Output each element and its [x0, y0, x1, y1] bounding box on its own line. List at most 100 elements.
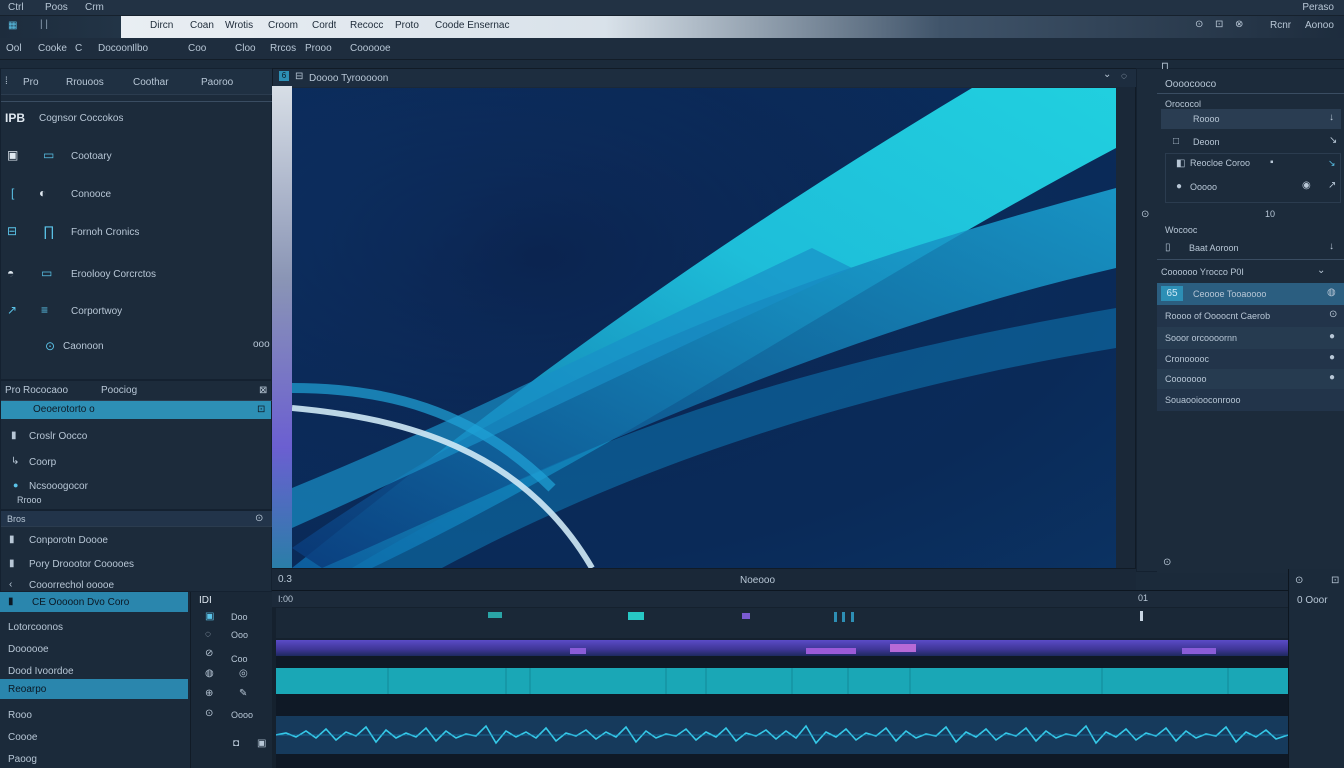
video-track-2[interactable]: [276, 640, 1288, 656]
media-header-1[interactable]: Rococaoo: [23, 385, 68, 396]
row-toggle-icon[interactable]: ●: [1329, 352, 1335, 363]
bin-item-selected[interactable]: ▮ CE Ooooon Dvo Coro: [0, 592, 188, 612]
title-item-2[interactable]: Poos: [45, 2, 68, 13]
bin-item[interactable]: Doooooe: [8, 644, 49, 655]
workspace-item[interactable]: [ ◐ Conooce: [1, 183, 273, 207]
select-tool-icon[interactable]: ▣: [205, 611, 214, 622]
menu-item-3[interactable]: Croom: [268, 20, 298, 31]
settings-icon[interactable]: ⊗: [1235, 19, 1243, 30]
inspector-row[interactable]: Cronooooc ●: [1157, 349, 1344, 369]
zoom-tool-icon[interactable]: ⊕: [205, 688, 213, 699]
audio-track-1[interactable]: [276, 668, 1288, 694]
inspector-row[interactable]: Sooor orcoooornn ●: [1157, 327, 1344, 349]
menu-item-0[interactable]: Dircn: [150, 20, 173, 31]
inspector-row-label[interactable]: Ooooo: [1190, 182, 1217, 192]
app-icon[interactable]: ▦: [8, 20, 17, 31]
lock-icon[interactable]: ⊡: [1215, 19, 1223, 30]
toolbar-item-5[interactable]: Coo: [188, 43, 206, 54]
menu-right-2[interactable]: Aonoo: [1305, 20, 1334, 31]
inspector-row[interactable]: Roooo of Oooocnt Caerob ⊙: [1157, 305, 1344, 327]
toolbar-item-7[interactable]: Rrcos: [270, 43, 296, 54]
effect-item[interactable]: ‹ Cooorrechol ooooe: [1, 577, 273, 593]
toolbar-item-9[interactable]: Coooooe: [350, 43, 391, 54]
menu-item-5[interactable]: Recocc: [350, 20, 383, 31]
toolbar-item-2[interactable]: C: [75, 43, 82, 54]
toolbar-item-0[interactable]: Ool: [6, 43, 22, 54]
project-header-1[interactable]: Rrouoos: [66, 77, 104, 88]
workspace-item[interactable]: ▣ ▭ Cootoary: [1, 145, 273, 169]
toolbar-item-6[interactable]: Cloo: [235, 43, 256, 54]
viewer-tab-number[interactable]: 6: [279, 71, 289, 81]
bin-item[interactable]: Dood Ivoordoe: [8, 666, 74, 677]
project-header-0[interactable]: Pro: [23, 77, 39, 88]
toolbar-item-4[interactable]: Ilbo: [132, 43, 148, 54]
slip-tool-icon[interactable]: ◍: [205, 668, 214, 679]
project-header-3[interactable]: Paoroo: [201, 77, 233, 88]
toolbar-item-8[interactable]: Prooo: [305, 43, 332, 54]
chevron-down-icon[interactable]: ⌄: [1103, 69, 1111, 80]
expand-icon[interactable]: ⊙: [255, 513, 263, 524]
toolbar-item-3[interactable]: Docoon: [98, 43, 132, 54]
eye-icon[interactable]: ◉: [1302, 180, 1311, 191]
mute-track-icon[interactable]: ▣: [257, 738, 266, 749]
inspector-pin-icon[interactable]: ⊓: [1161, 61, 1169, 72]
video-frame[interactable]: [292, 88, 1116, 568]
menu-item-7[interactable]: Coode Ensernac: [435, 20, 510, 31]
side-close-icon[interactable]: ⊡: [1331, 575, 1339, 586]
zoom-label-icon[interactable]: ⊙: [1295, 575, 1303, 586]
effect-item[interactable]: ▮ Conporotn Doooe: [1, 531, 273, 549]
inspector-row[interactable]: Cooooooo ●: [1157, 369, 1344, 389]
bin-item[interactable]: Paoog: [8, 754, 37, 765]
hand-tool-icon[interactable]: ◎: [239, 668, 248, 679]
menu-right-1[interactable]: Rcnr: [1270, 20, 1291, 31]
help-icon[interactable]: ⊙: [1195, 19, 1203, 30]
inspector-footer-icon[interactable]: ⊙: [1163, 557, 1171, 568]
bin-item[interactable]: Rooo: [8, 710, 32, 721]
workspace-item[interactable]: IPB Cognsor Coccokos: [1, 107, 273, 131]
inspector-row[interactable]: Roooo ↓: [1161, 109, 1341, 129]
section-collapse-icon[interactable]: ⌄: [1317, 265, 1325, 276]
project-header-2[interactable]: Coothar: [133, 77, 169, 88]
row-toggle-icon[interactable]: ●: [1329, 372, 1335, 383]
group-arrow-icon[interactable]: ↗: [1328, 180, 1336, 191]
media-item[interactable]: ▮ Croslr Oocco: [1, 427, 273, 445]
ripple-tool-icon[interactable]: ◌: [205, 629, 211, 640]
bin-item[interactable]: Coooe: [8, 732, 37, 743]
row-arrow-icon[interactable]: ↓: [1329, 112, 1334, 123]
menu-item-1[interactable]: Coan: [190, 20, 214, 31]
video-track-1[interactable]: [276, 608, 1288, 638]
row-toggle-icon[interactable]: ●: [1329, 331, 1335, 342]
title-item-3[interactable]: Crm: [85, 2, 104, 13]
row-toggle-icon[interactable]: ⊙: [1329, 309, 1337, 320]
viewer-tab-icon[interactable]: ⊟: [295, 71, 303, 82]
workspace-item[interactable]: ↗ ≡ Corportwoy: [1, 300, 273, 324]
inspector-row[interactable]: Souaooiooconrooo: [1157, 389, 1344, 411]
workspace-item[interactable]: ◓ ▭ Eroolooy Corcrctos: [1, 263, 273, 287]
pen-tool-icon[interactable]: ✎: [239, 688, 247, 699]
media-header-0[interactable]: Pro: [5, 385, 21, 396]
bin-item-highlight[interactable]: Reoarpo: [0, 679, 188, 699]
media-item[interactable]: ↳ Coorp: [1, 453, 273, 471]
track-tool-icon[interactable]: ⊙: [205, 708, 213, 719]
effect-item[interactable]: ▮ Pory Droootor Cooooes: [1, 555, 273, 573]
media-header-2[interactable]: Poociog: [101, 385, 137, 396]
menu-item-2[interactable]: Wrotis: [225, 20, 253, 31]
workspace-item[interactable]: ⊟ ∏ Fornoh Cronics: [1, 221, 273, 245]
menu-item-6[interactable]: Proto: [395, 20, 419, 31]
toolbar-item-1[interactable]: Cooke: [38, 43, 67, 54]
row-arrow-icon[interactable]: ↘: [1329, 135, 1337, 146]
inspector-expand-icon[interactable]: ⊙: [1141, 209, 1149, 220]
menu-item-4[interactable]: Cordt: [312, 20, 336, 31]
group-arrow-icon[interactable]: ↘: [1328, 158, 1336, 169]
title-item-1[interactable]: Ctrl: [8, 2, 24, 13]
media-item-selected[interactable]: Oeoerotorto o ⊡: [1, 401, 271, 419]
inspector-selected-row[interactable]: 65 Ceoooe Tooaoooo ◍: [1157, 283, 1344, 305]
media-item[interactable]: ● Ncsooogocor Rrooo: [1, 477, 273, 505]
audio-waveform-track[interactable]: [275, 716, 1289, 754]
row-menu-icon[interactable]: ◍: [1327, 287, 1336, 298]
workspace-item[interactable]: ⊙ Caonoon ooo: [1, 335, 273, 359]
inspector-row[interactable]: □ Deoon ↘: [1161, 131, 1341, 153]
lock-track-icon[interactable]: ◘: [233, 738, 239, 749]
options-icon[interactable]: ⊡: [257, 404, 265, 415]
razor-tool-icon[interactable]: ⊘: [205, 648, 213, 659]
